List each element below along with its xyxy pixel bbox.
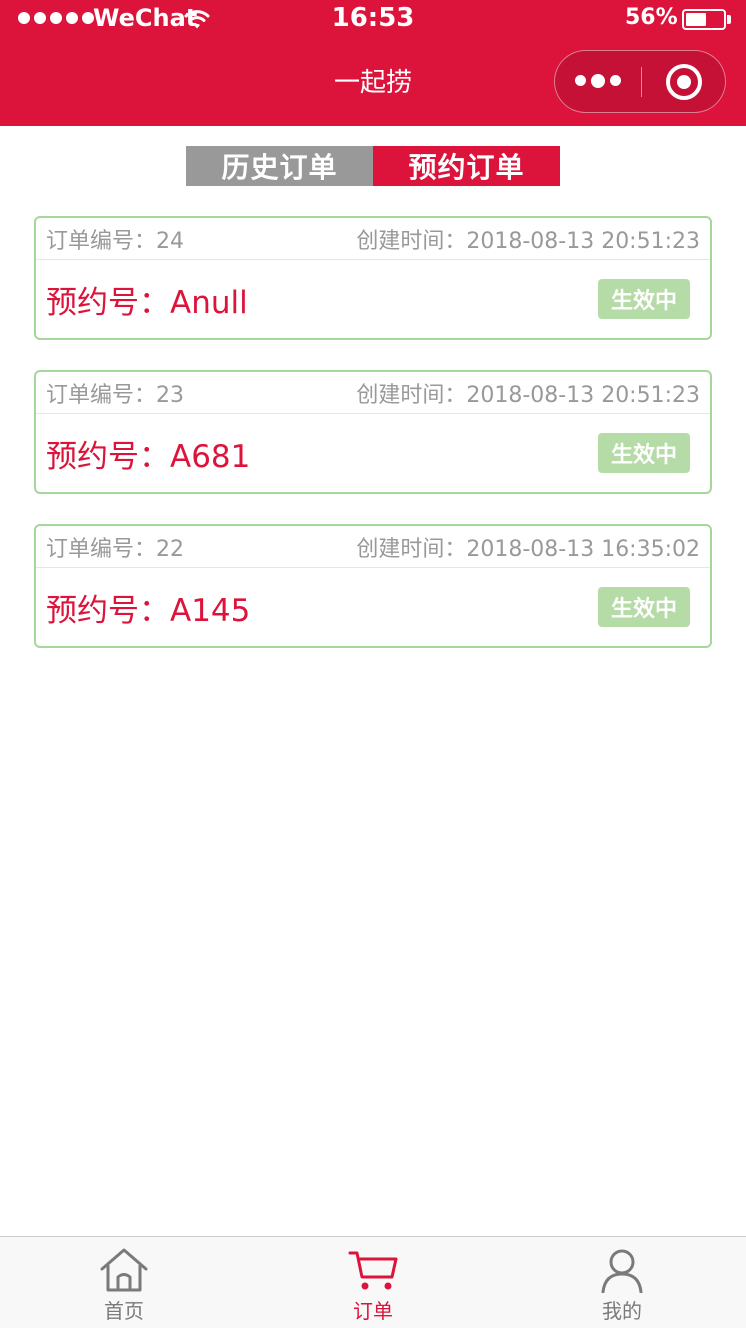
tabbar-item-mine[interactable]: 我的 — [498, 1237, 746, 1328]
booking-number: 预约号：Anull — [46, 284, 248, 321]
created-time: 创建时间：2018-08-13 16:35:02 — [356, 536, 700, 562]
tab-booking-orders[interactable]: 预约订单 — [373, 146, 560, 186]
status-badge: 生效中 — [598, 279, 690, 319]
order-card-header: 订单编号：23 创建时间：2018-08-13 20:51:23 — [36, 372, 710, 414]
tab-history-orders[interactable]: 历史订单 — [186, 146, 373, 186]
order-card-body: 预约号：A145 生效中 — [36, 568, 710, 646]
tabbar-item-home[interactable]: 首页 — [0, 1237, 248, 1328]
home-icon — [100, 1248, 148, 1292]
tabbar-label: 首页 — [104, 1299, 144, 1323]
booking-number: 预约号：A681 — [46, 438, 251, 475]
battery-percent: 56% — [625, 5, 678, 30]
user-icon — [601, 1249, 643, 1293]
bottom-tab-bar: 首页 订单 我的 — [0, 1236, 746, 1328]
tabbar-item-orders[interactable]: 订单 — [249, 1237, 497, 1328]
order-card-header: 订单编号：24 创建时间：2018-08-13 20:51:23 — [36, 218, 710, 260]
status-bar: WeChat 16:53 56% — [0, 0, 746, 40]
status-badge: 生效中 — [598, 587, 690, 627]
created-time: 创建时间：2018-08-13 20:51:23 — [356, 382, 700, 408]
cart-icon — [348, 1251, 398, 1290]
header: WeChat 16:53 56% 一起捞 — [0, 0, 746, 126]
battery-icon — [682, 9, 732, 30]
order-number: 订单编号：23 — [46, 382, 184, 408]
tabbar-label: 订单 — [353, 1299, 393, 1323]
close-icon[interactable] — [666, 64, 702, 100]
tabbar-label: 我的 — [602, 1299, 642, 1323]
status-badge: 生效中 — [598, 433, 690, 473]
order-tabs: 历史订单 预约订单 — [186, 146, 560, 186]
order-number: 订单编号：22 — [46, 536, 184, 562]
order-number: 订单编号：24 — [46, 228, 184, 254]
order-card[interactable]: 订单编号：23 创建时间：2018-08-13 20:51:23 预约号：A68… — [34, 370, 712, 494]
order-card[interactable]: 订单编号：24 创建时间：2018-08-13 20:51:23 预约号：Anu… — [34, 216, 712, 340]
order-card[interactable]: 订单编号：22 创建时间：2018-08-13 16:35:02 预约号：A14… — [34, 524, 712, 648]
order-list: 订单编号：24 创建时间：2018-08-13 20:51:23 预约号：Anu… — [34, 216, 712, 678]
order-card-header: 订单编号：22 创建时间：2018-08-13 16:35:02 — [36, 526, 710, 568]
created-time: 创建时间：2018-08-13 20:51:23 — [356, 228, 700, 254]
more-icon[interactable] — [575, 73, 621, 88]
mini-program-capsule — [554, 50, 726, 113]
order-card-body: 预约号：A681 生效中 — [36, 414, 710, 492]
capsule-divider — [641, 67, 642, 97]
order-card-body: 预约号：Anull 生效中 — [36, 260, 710, 338]
booking-number: 预约号：A145 — [46, 592, 251, 629]
